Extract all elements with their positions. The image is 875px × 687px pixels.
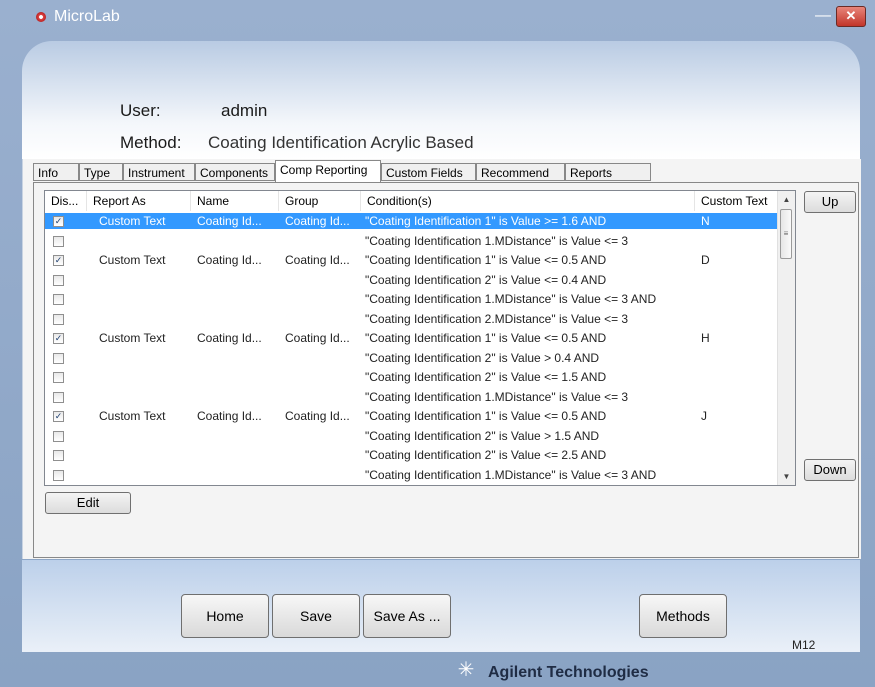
column-header-report-as[interactable]: Report As: [87, 191, 191, 211]
cell-report-as: Custom Text: [99, 253, 166, 267]
table-row[interactable]: "Coating Identification 1.MDistance" is …: [45, 291, 779, 307]
table-row[interactable]: ✓ Custom Text Coating Id... Coating Id... "C…: [45, 252, 779, 268]
scroll-thumb[interactable]: ≡: [780, 209, 792, 259]
display-checkbox[interactable]: [53, 372, 64, 383]
tab-custom-fields[interactable]: Custom Fields: [381, 163, 476, 181]
display-checkbox[interactable]: [53, 391, 64, 403]
header-panel: User: admin Method: Coating Identificati…: [22, 41, 860, 159]
cell-report-as: Custom Text: [99, 331, 166, 345]
cell-group: Coating Id...: [285, 409, 350, 423]
scroll-up-arrow-icon[interactable]: ▲: [778, 191, 795, 208]
display-checkbox[interactable]: [53, 274, 64, 286]
table-row[interactable]: ✓ Custom Text Coating Id... Coating Id... "C…: [45, 213, 779, 229]
cell-custom-text: H: [701, 331, 710, 345]
cell-name: Coating Id...: [197, 253, 262, 267]
grid-scrollbar[interactable]: ▲ ≡ ▼: [777, 191, 795, 485]
display-checkbox[interactable]: [53, 352, 64, 364]
agilent-spark-logo-icon: ✳: [457, 659, 475, 681]
user-label: User:: [120, 101, 161, 120]
cell-condition: "Coating Identification 2" is Value <= 1…: [365, 370, 607, 384]
cell-condition: "Coating Identification 2.MDistance" is …: [365, 311, 629, 326]
minimize-button[interactable]: —: [812, 8, 834, 26]
display-checkbox[interactable]: [53, 294, 64, 305]
method-label: Method:: [120, 133, 182, 152]
move-down-button[interactable]: Down: [804, 459, 856, 481]
save-as-button[interactable]: Save As ...: [363, 594, 451, 638]
table-row[interactable]: "Coating Identification 1.MDistance" is …: [45, 389, 779, 405]
display-checkbox[interactable]: ✓: [53, 216, 64, 227]
edit-button[interactable]: Edit: [45, 492, 131, 514]
cell-report-as: Custom Text: [99, 409, 166, 423]
comp-reporting-grid[interactable]: Dis... Report As Name Group Condition(s)…: [44, 190, 796, 486]
table-row[interactable]: ✓ Custom Text Coating Id... Coating Id... "C…: [45, 330, 779, 346]
close-button[interactable]: ✕: [836, 6, 866, 27]
method-value: Coating Identification Acrylic Based: [208, 133, 474, 152]
cell-condition: "Coating Identification 2" is Value > 1.…: [365, 428, 600, 443]
cell-custom-text: D: [701, 253, 710, 267]
table-row[interactable]: ✓ Custom Text Coating Id... Coating Id... "C…: [45, 408, 779, 424]
cell-report-as: Custom Text: [99, 214, 166, 228]
column-header-conditions[interactable]: Condition(s): [361, 191, 695, 211]
scroll-down-arrow-icon[interactable]: ▼: [778, 468, 795, 485]
tab-recommend[interactable]: Recommend: [476, 163, 565, 181]
window-title: MicroLab: [54, 8, 120, 25]
app-window: MicroLab — ✕ User: admin Method: Coating…: [0, 0, 875, 687]
cell-custom-text: N: [701, 214, 710, 228]
column-header-group[interactable]: Group: [279, 191, 361, 211]
cell-name: Coating Id...: [197, 214, 262, 228]
methods-button[interactable]: Methods: [639, 594, 727, 638]
brand-name: Agilent Technologies: [488, 664, 649, 681]
cell-condition: "Coating Identification 1.MDistance" is …: [365, 389, 629, 404]
table-row[interactable]: "Coating Identification 1.MDistance" is …: [45, 233, 779, 249]
display-checkbox[interactable]: ✓: [53, 333, 64, 344]
display-checkbox[interactable]: [53, 469, 64, 481]
home-button[interactable]: Home: [181, 594, 269, 638]
cell-condition: "Coating Identification 1" is Value <= 0…: [365, 409, 607, 423]
display-checkbox[interactable]: [53, 313, 64, 325]
table-row[interactable]: "Coating Identification 2" is Value <= 2…: [45, 447, 779, 463]
cell-condition: "Coating Identification 1" is Value >= 1…: [365, 214, 607, 228]
user-value: admin: [221, 101, 268, 120]
column-header-custom-text[interactable]: Custom Text: [695, 191, 779, 211]
table-row[interactable]: "Coating Identification 2" is Value <= 0…: [45, 272, 779, 288]
table-row[interactable]: "Coating Identification 1.MDistance" is …: [45, 467, 779, 483]
tab-type[interactable]: Type: [79, 163, 123, 181]
save-button[interactable]: Save: [272, 594, 360, 638]
cell-condition: "Coating Identification 1.MDistance" is …: [365, 233, 629, 248]
cell-custom-text: J: [701, 409, 707, 423]
cell-condition: "Coating Identification 2" is Value <= 2…: [365, 448, 607, 462]
display-checkbox[interactable]: ✓: [53, 411, 64, 422]
cell-group: Coating Id...: [285, 331, 350, 345]
tab-comp-reporting[interactable]: Comp Reporting: [275, 160, 381, 182]
tab-info[interactable]: Info: [33, 163, 79, 181]
tab-instrument[interactable]: Instrument: [123, 163, 195, 181]
display-checkbox[interactable]: ✓: [53, 255, 64, 266]
screen-code: M12: [792, 638, 816, 652]
cell-group: Coating Id...: [285, 214, 350, 228]
display-checkbox[interactable]: [53, 450, 64, 461]
tab-reports[interactable]: Reports: [565, 163, 651, 181]
table-row[interactable]: "Coating Identification 2" is Value > 1.…: [45, 428, 779, 444]
table-row[interactable]: "Coating Identification 2" is Value > 0.…: [45, 350, 779, 366]
display-checkbox[interactable]: [53, 430, 64, 442]
cell-condition: "Coating Identification 2" is Value <= 0…: [365, 272, 607, 287]
move-up-button[interactable]: Up: [804, 191, 856, 213]
table-row[interactable]: "Coating Identification 2.MDistance" is …: [45, 311, 779, 327]
cell-condition: "Coating Identification 2" is Value > 0.…: [365, 350, 600, 365]
cell-condition: "Coating Identification 1" is Value <= 0…: [365, 253, 607, 267]
cell-name: Coating Id...: [197, 409, 262, 423]
cell-condition: "Coating Identification 1" is Value <= 0…: [365, 331, 607, 345]
display-checkbox[interactable]: [53, 235, 64, 247]
cell-condition: "Coating Identification 1.MDistance" is …: [365, 467, 657, 482]
column-header-name[interactable]: Name: [191, 191, 279, 211]
tab-components[interactable]: Components: [195, 163, 275, 181]
table-row[interactable]: "Coating Identification 2" is Value <= 1…: [45, 369, 779, 385]
column-header-display[interactable]: Dis...: [45, 191, 87, 211]
cell-group: Coating Id...: [285, 253, 350, 267]
title-bar: MicroLab — ✕: [0, 0, 875, 34]
app-logo-icon: [36, 12, 46, 22]
cell-name: Coating Id...: [197, 331, 262, 345]
cell-condition: "Coating Identification 1.MDistance" is …: [365, 292, 657, 306]
